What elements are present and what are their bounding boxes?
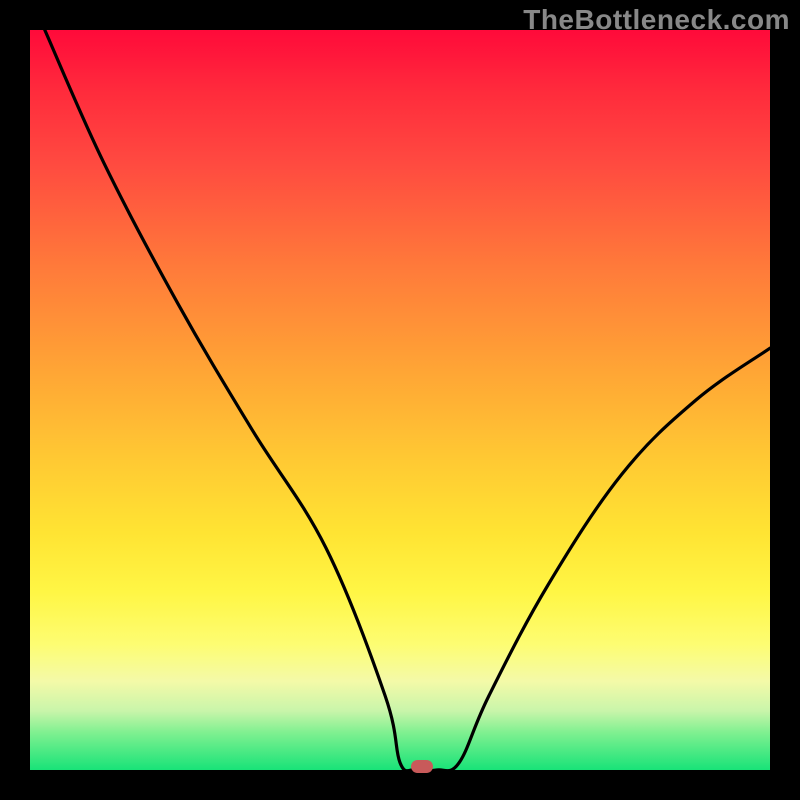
bottleneck-curve: [30, 30, 770, 770]
chart-frame: TheBottleneck.com: [0, 0, 800, 800]
watermark-text: TheBottleneck.com: [523, 4, 790, 36]
optimal-point-marker: [411, 760, 433, 773]
curve-path: [45, 30, 770, 770]
